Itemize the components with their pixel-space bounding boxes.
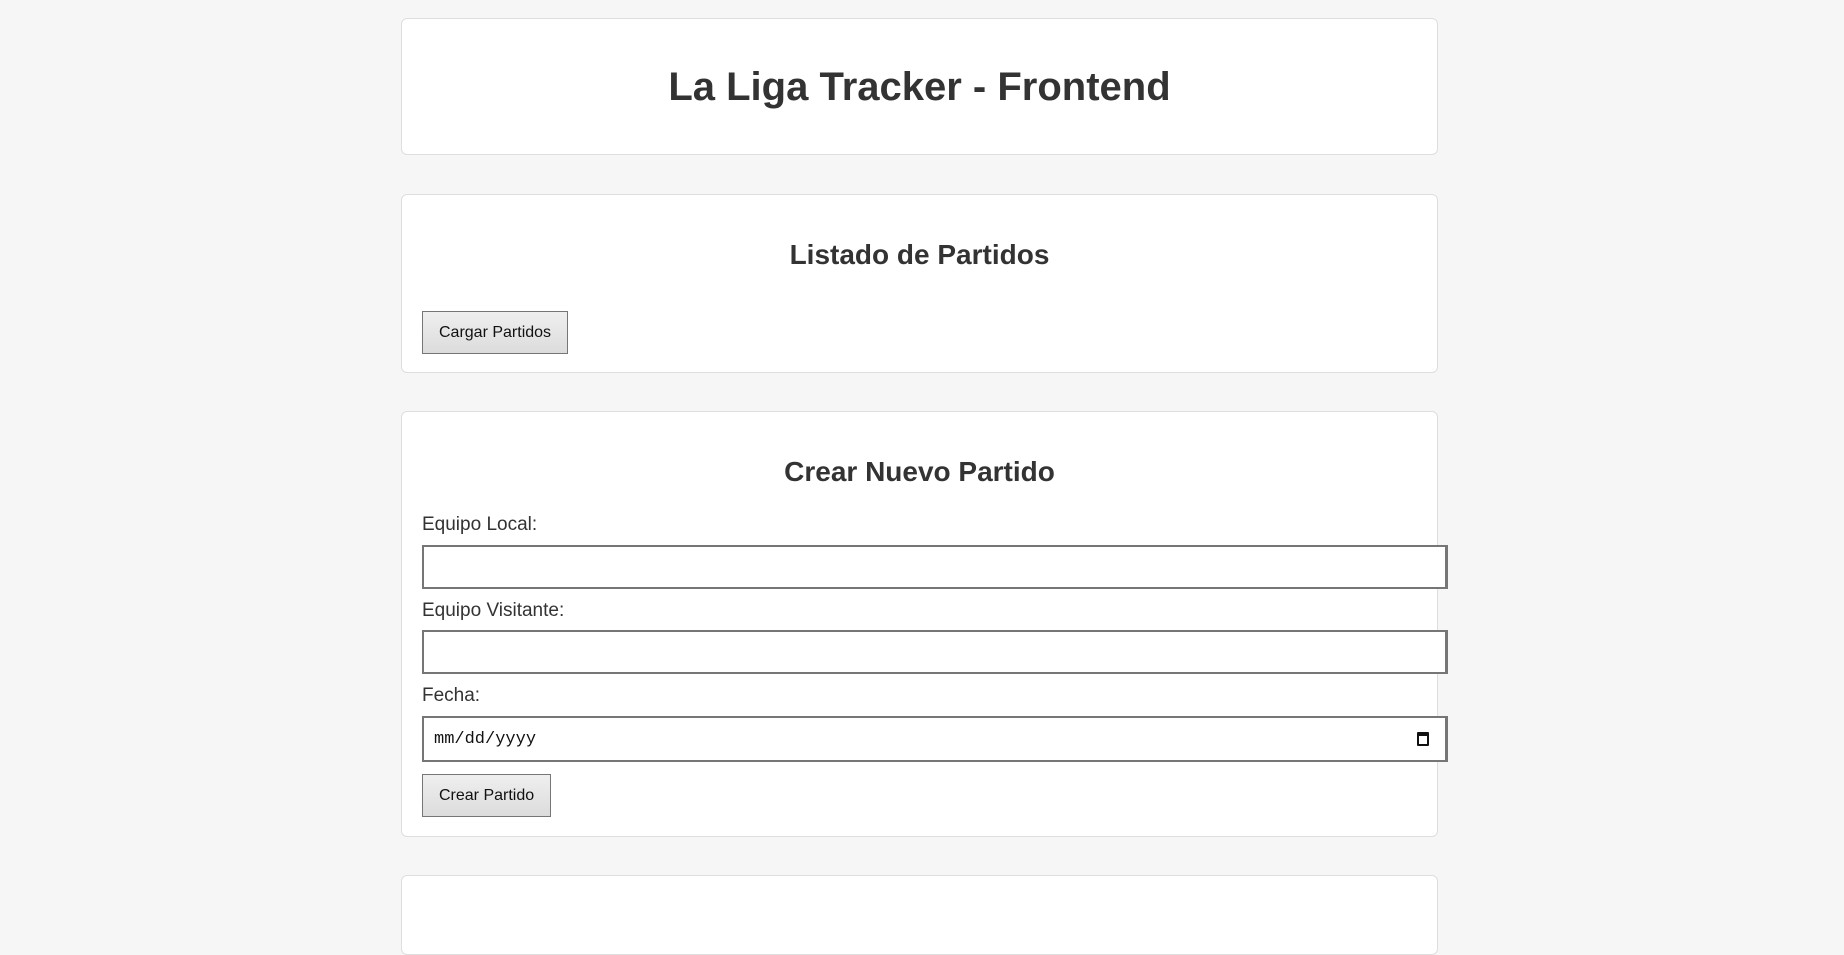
- create-match-card: Crear Nuevo Partido Equipo Local: Equipo…: [401, 411, 1448, 837]
- page-title: La Liga Tracker - Frontend: [668, 65, 1171, 109]
- calendar-icon[interactable]: [1417, 732, 1429, 746]
- away-team-input[interactable]: [422, 630, 1448, 674]
- next-section-card: [401, 875, 1438, 955]
- load-matches-button[interactable]: Cargar Partidos: [422, 311, 569, 354]
- home-team-label: Equipo Local:: [422, 514, 538, 535]
- create-match-title: Crear Nuevo Partido: [784, 456, 1055, 487]
- date-placeholder: mm/dd/yyyy: [434, 729, 537, 749]
- date-input[interactable]: mm/dd/yyyy: [422, 716, 1448, 762]
- match-list-title: Listado de Partidos: [789, 239, 1050, 270]
- away-team-label: Equipo Visitante:: [422, 600, 565, 621]
- date-label: Fecha:: [422, 685, 481, 706]
- header-card: La Liga Tracker - Frontend: [401, 18, 1438, 155]
- create-match-button[interactable]: Crear Partido: [422, 774, 552, 817]
- match-list-card: Listado de Partidos Cargar Partidos: [401, 194, 1438, 373]
- home-team-input[interactable]: [422, 545, 1448, 589]
